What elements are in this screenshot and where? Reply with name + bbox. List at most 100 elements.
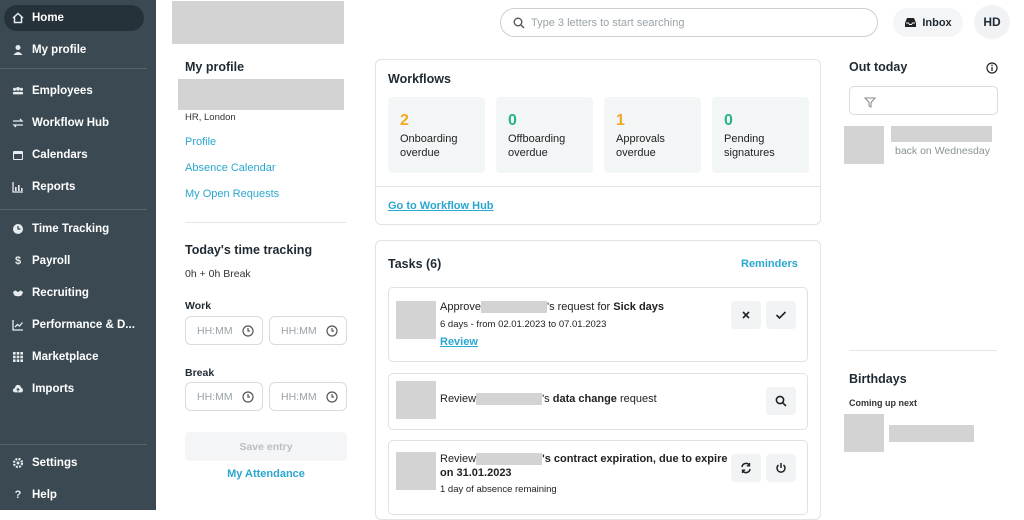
workflow-count: 0 [724, 112, 733, 129]
workflow-label: signatures [724, 147, 775, 159]
sidebar-item-label: Payroll [32, 255, 71, 267]
avatar [396, 381, 436, 419]
sidebar-item-marketplace[interactable]: Marketplace [4, 344, 144, 370]
sidebar-item-label: Reports [32, 181, 76, 193]
search-icon [775, 395, 787, 407]
sidebar-item-performance[interactable]: Performance & D... [4, 312, 144, 338]
work-end-field[interactable]: HH:MM [269, 316, 347, 345]
company-logo [172, 1, 344, 44]
info-icon[interactable] [986, 61, 998, 79]
sidebar-item-workflow-hub[interactable]: Workflow Hub [4, 110, 144, 136]
time-tracking-title: Today's time tracking [185, 243, 313, 257]
task-subtext: 1 day of absence remaining [440, 484, 557, 495]
sidebar-item-imports[interactable]: Imports [4, 376, 144, 402]
clock-icon [326, 325, 338, 337]
clock-icon [326, 391, 338, 403]
sidebar-item-label: Calendars [32, 149, 88, 161]
workflows-title: Workflows [388, 72, 451, 86]
sidebar-item-settings[interactable]: Settings [4, 450, 144, 476]
search-icon [513, 17, 525, 28]
task-text: Approve 's request for Sick days [440, 301, 664, 314]
nav-divider [0, 444, 147, 445]
task-subtext: 6 days - from 02.01.2023 to 07.01.2023 [440, 319, 607, 330]
inbox-button[interactable]: Inbox [893, 8, 963, 37]
profile-location: HR, London [185, 112, 236, 123]
workflow-label: Offboarding [508, 133, 566, 145]
sidebar-item-label: Imports [32, 383, 75, 395]
sidebar: Home My profile Employees Workflow Hub C… [0, 0, 156, 510]
search-bar[interactable] [500, 8, 878, 37]
workflow-approvals[interactable]: 1 Approvals overdue [604, 97, 701, 173]
workflow-offboarding[interactable]: 0 Offboarding overdue [496, 97, 593, 173]
sidebar-item-payroll[interactable]: $ Payroll [4, 248, 144, 274]
renew-button[interactable] [731, 454, 761, 482]
check-icon [775, 311, 787, 320]
terminate-button[interactable] [766, 454, 796, 482]
save-entry-button[interactable]: Save entry [185, 432, 347, 461]
profile-name-redacted [178, 79, 344, 110]
trend-icon [12, 319, 24, 331]
review-button[interactable] [766, 387, 796, 415]
sidebar-item-label: Performance & D... [32, 319, 135, 331]
workflow-hub-link[interactable]: Go to Workflow Hub [388, 200, 494, 212]
user-icon [12, 44, 24, 56]
my-attendance-link[interactable]: My Attendance [185, 468, 347, 480]
sidebar-item-reports[interactable]: Reports [4, 174, 144, 200]
open-requests-link[interactable]: My Open Requests [185, 188, 279, 200]
birthdays-title: Birthdays [849, 372, 907, 386]
approve-button[interactable] [766, 301, 796, 329]
workflow-pending-signatures[interactable]: 0 Pending signatures [712, 97, 809, 173]
task-suffix: 's [542, 393, 553, 405]
task-text: Review 's data change request [440, 393, 657, 406]
avatar [844, 414, 884, 452]
task-rest: request [616, 393, 657, 405]
inbox-icon [905, 18, 917, 27]
reminders-link[interactable]: Reminders [741, 258, 798, 270]
sidebar-item-help[interactable]: ? Help [4, 482, 144, 508]
review-link[interactable]: Review [440, 336, 478, 348]
avatar[interactable]: HD [974, 5, 1010, 39]
work-start-field[interactable]: HH:MM [185, 316, 263, 345]
time-placeholder: HH:MM [281, 324, 317, 337]
sidebar-item-calendars[interactable]: Calendars [4, 142, 144, 168]
sidebar-item-employees[interactable]: Employees [4, 78, 144, 104]
workflow-label: Pending [724, 133, 765, 145]
time-placeholder: HH:MM [197, 390, 233, 403]
filter-field[interactable] [849, 86, 998, 115]
profile-link[interactable]: Profile [185, 136, 216, 148]
break-start-field[interactable]: HH:MM [185, 382, 263, 411]
sidebar-item-time-tracking[interactable]: Time Tracking [4, 216, 144, 242]
task-prefix: Review [440, 453, 477, 465]
birthdays-subtitle: Coming up next [849, 398, 917, 408]
workflow-label: overdue [616, 147, 656, 159]
filter-icon [863, 97, 877, 108]
sidebar-item-recruiting[interactable]: Recruiting [4, 280, 144, 306]
workflow-onboarding[interactable]: 2 Onboarding overdue [388, 97, 485, 173]
grid-icon [12, 351, 24, 363]
task-bold: data change [552, 393, 617, 405]
workflow-label: overdue [508, 147, 548, 159]
sidebar-item-label: Home [32, 12, 64, 24]
workflow-label: Onboarding [400, 133, 458, 145]
task-bold: 's contract expiration, due to expire [542, 453, 728, 465]
sidebar-item-my-profile[interactable]: My profile [4, 37, 144, 63]
workflow-count: 2 [400, 112, 409, 129]
clock-icon [242, 325, 254, 337]
task-date: on 31.01.2023 [440, 467, 512, 479]
sidebar-item-home[interactable]: Home [4, 5, 144, 31]
question-icon: ? [14, 489, 22, 501]
absence-calendar-link[interactable]: Absence Calendar [185, 162, 276, 174]
nav-divider [0, 68, 147, 69]
workflow-label: Approvals [616, 133, 665, 145]
break-end-field[interactable]: HH:MM [269, 382, 347, 411]
home-icon [12, 12, 24, 24]
refresh-icon [741, 462, 751, 474]
people-icon [12, 85, 24, 97]
power-icon [776, 463, 786, 473]
out-status: back on Wednesday [895, 145, 990, 157]
time-placeholder: HH:MM [281, 390, 317, 403]
search-input[interactable] [531, 16, 851, 29]
reject-button[interactable] [731, 301, 761, 329]
gear-icon [12, 457, 24, 469]
sidebar-item-label: My profile [32, 44, 87, 56]
